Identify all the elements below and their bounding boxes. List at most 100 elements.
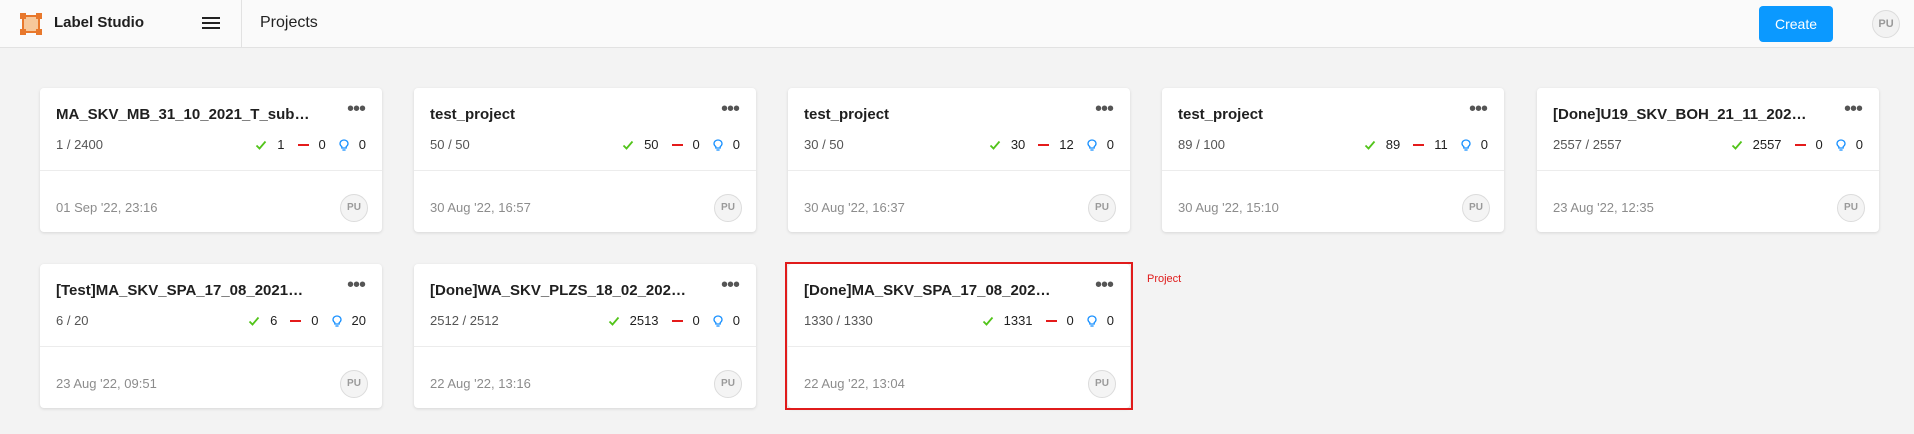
project-title[interactable]: test_project xyxy=(430,105,688,125)
check-icon xyxy=(248,316,260,326)
lightbulb-icon xyxy=(713,139,723,151)
card-divider xyxy=(1162,170,1504,171)
predictions-count: 0 xyxy=(1855,137,1863,152)
card-divider xyxy=(788,170,1130,171)
completed-count: 30 xyxy=(1010,137,1026,152)
project-title[interactable]: [Done]WA_SKV_PLZS_18_02_202… xyxy=(430,281,688,301)
project-stats: 2557 0 0 xyxy=(1718,136,1863,154)
avatar: PU xyxy=(1088,194,1116,222)
project-title[interactable]: [Done]U19_SKV_BOH_21_11_202… xyxy=(1553,105,1811,125)
completed-stat: 6 xyxy=(248,312,277,330)
more-dots-icon[interactable]: ••• xyxy=(1841,99,1865,120)
completed-count: 50 xyxy=(644,137,659,152)
project-card[interactable]: [Test]MA_SKV_SPA_17_08_2021… ••• 6 / 20 … xyxy=(40,264,382,408)
check-icon xyxy=(989,140,1001,150)
created-date: 22 Aug '22, 13:04 xyxy=(804,376,905,391)
skipped-stat: 0 xyxy=(671,312,700,330)
project-stats: 1331 0 0 xyxy=(969,312,1114,330)
created-date: 30 Aug '22, 16:57 xyxy=(430,200,531,215)
completed-stat: 1331 xyxy=(982,312,1033,330)
lightbulb-icon xyxy=(339,139,349,151)
skipped-count: 0 xyxy=(692,137,700,152)
project-card[interactable]: test_project ••• 30 / 50 30 12 0 30 Aug … xyxy=(788,88,1130,232)
breadcrumb[interactable]: Projects xyxy=(260,13,318,33)
project-title[interactable]: [Done]MA_SKV_SPA_17_08_202… xyxy=(804,281,1062,301)
completed-count: 1 xyxy=(277,137,285,152)
completed-count: 6 xyxy=(270,313,278,328)
lightbulb-icon xyxy=(1087,315,1097,327)
check-icon xyxy=(608,316,619,326)
project-card[interactable]: [Done]MA_SKV_SPA_17_08_202… ••• 1330 / 1… xyxy=(788,264,1130,408)
card-divider xyxy=(40,346,382,347)
more-dots-icon[interactable]: ••• xyxy=(1092,99,1116,120)
more-dots-icon[interactable]: ••• xyxy=(344,275,368,296)
project-card[interactable]: test_project ••• 50 / 50 50 0 0 30 Aug '… xyxy=(414,88,756,232)
project-title[interactable]: MA_SKV_MB_31_10_2021_T_sub… xyxy=(56,105,314,125)
project-card[interactable]: [Done]U19_SKV_BOH_21_11_202… ••• 2557 / … xyxy=(1537,88,1879,232)
label-studio-logo-icon[interactable] xyxy=(20,13,42,35)
predictions-count: 0 xyxy=(358,137,366,152)
check-icon xyxy=(622,140,634,150)
user-avatar[interactable]: PU xyxy=(1872,10,1900,38)
skipped-stat: 0 xyxy=(297,136,326,154)
completed-stat: 1 xyxy=(255,136,285,154)
predictions-stat: 0 xyxy=(1836,136,1863,154)
avatar: PU xyxy=(714,194,742,222)
lightbulb-icon xyxy=(713,315,723,327)
project-stats: 50 0 0 xyxy=(609,136,740,154)
minus-icon xyxy=(1045,320,1057,322)
task-progress: 30 / 50 xyxy=(804,137,844,152)
skipped-count: 0 xyxy=(311,313,319,328)
header-divider xyxy=(241,0,242,47)
skipped-count: 0 xyxy=(1066,313,1074,328)
minus-icon xyxy=(1038,144,1050,146)
project-title[interactable]: [Test]MA_SKV_SPA_17_08_2021… xyxy=(56,281,314,301)
task-progress: 6 / 20 xyxy=(56,313,89,328)
more-dots-icon[interactable]: ••• xyxy=(718,99,742,120)
task-progress: 1330 / 1330 xyxy=(804,313,873,328)
completed-count: 89 xyxy=(1385,137,1401,152)
card-divider xyxy=(40,170,382,171)
skipped-stat: 0 xyxy=(1045,312,1074,330)
completed-stat: 30 xyxy=(989,136,1025,154)
project-card[interactable]: [Done]WA_SKV_PLZS_18_02_202… ••• 2512 / … xyxy=(414,264,756,408)
skipped-count: 0 xyxy=(318,137,326,152)
task-progress: 50 / 50 xyxy=(430,137,470,152)
completed-stat: 89 xyxy=(1364,136,1400,154)
more-dots-icon[interactable]: ••• xyxy=(344,99,368,120)
more-dots-icon[interactable]: ••• xyxy=(718,275,742,296)
task-progress: 2557 / 2557 xyxy=(1553,137,1622,152)
avatar: PU xyxy=(714,370,742,398)
avatar: PU xyxy=(1462,194,1490,222)
project-title[interactable]: test_project xyxy=(804,105,1062,125)
lightbulb-icon xyxy=(331,315,342,327)
skipped-stat: 0 xyxy=(290,312,319,330)
project-card[interactable]: MA_SKV_MB_31_10_2021_T_sub… ••• 1 / 2400… xyxy=(40,88,382,232)
predictions-stat: 0 xyxy=(1087,136,1114,154)
project-title[interactable]: test_project xyxy=(1178,105,1436,125)
check-icon xyxy=(1364,140,1375,150)
more-dots-icon[interactable]: ••• xyxy=(1466,99,1490,120)
task-progress: 89 / 100 xyxy=(1178,137,1225,152)
completed-stat: 50 xyxy=(622,136,659,154)
card-divider xyxy=(788,346,1130,347)
completed-count: 1331 xyxy=(1003,313,1033,328)
skipped-count: 11 xyxy=(1434,137,1448,152)
check-icon xyxy=(1731,140,1742,150)
created-date: 23 Aug '22, 12:35 xyxy=(1553,200,1654,215)
project-card[interactable]: test_project ••• 89 / 100 89 11 0 30 Aug… xyxy=(1162,88,1504,232)
more-dots-icon[interactable]: ••• xyxy=(1092,275,1116,296)
hamburger-menu-icon[interactable] xyxy=(200,14,222,34)
avatar: PU xyxy=(1088,370,1116,398)
skipped-stat: 0 xyxy=(671,136,700,154)
predictions-stat: 0 xyxy=(1087,312,1114,330)
app-name[interactable]: Label Studio xyxy=(54,13,144,33)
predictions-count: 0 xyxy=(1106,313,1114,328)
skipped-stat: 12 xyxy=(1038,136,1074,154)
minus-icon xyxy=(1413,144,1425,146)
predictions-stat: 0 xyxy=(713,312,740,330)
created-date: 23 Aug '22, 09:51 xyxy=(56,376,157,391)
completed-stat: 2513 xyxy=(608,312,659,330)
lightbulb-icon xyxy=(1836,139,1846,151)
create-button[interactable]: Create xyxy=(1759,6,1833,42)
